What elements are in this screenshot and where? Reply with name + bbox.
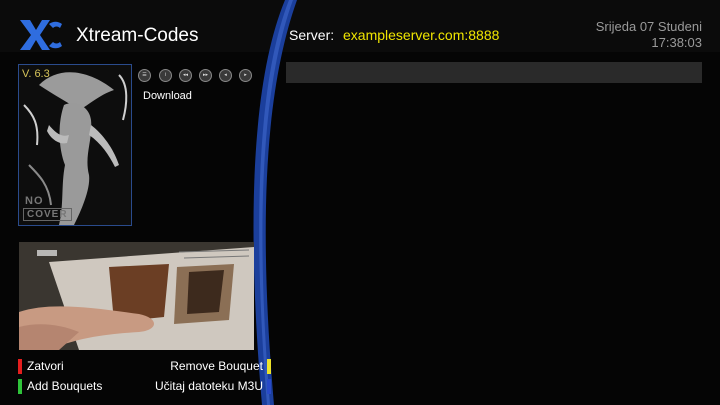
cover-text: COVER bbox=[23, 208, 72, 221]
app-title: Xtream-Codes bbox=[76, 25, 199, 46]
no-cover-text: NO bbox=[25, 195, 44, 207]
remove-bouquet-key-label[interactable]: Remove Bouquet bbox=[170, 359, 263, 373]
video-frame-image bbox=[19, 242, 254, 350]
server-address: exampleserver.com:8888 bbox=[343, 27, 500, 43]
load-m3u-key-label[interactable]: Učitaj datoteku M3U bbox=[155, 379, 263, 393]
clock-display: 17:38:03 bbox=[651, 35, 702, 50]
cover-poster: V. 6.3 NO COVER bbox=[18, 64, 132, 226]
info-icon[interactable]: i bbox=[159, 69, 172, 82]
xc-logo-icon bbox=[20, 20, 62, 50]
green-key-swatch bbox=[18, 379, 22, 394]
server-label: Server: bbox=[289, 27, 335, 43]
version-label: V. 6.3 bbox=[22, 68, 50, 80]
date-display: Srijeda 07 Studeni bbox=[595, 19, 702, 34]
video-preview bbox=[19, 242, 254, 350]
close-key-label[interactable]: Zatvori bbox=[27, 359, 64, 373]
rewind-icon[interactable]: ◂◂ bbox=[179, 69, 192, 82]
download-label[interactable]: Download bbox=[143, 90, 192, 102]
blue-key-swatch bbox=[267, 379, 271, 394]
red-key-swatch bbox=[18, 359, 22, 374]
fast-forward-icon[interactable]: ▸ bbox=[239, 69, 252, 82]
back-icon[interactable]: ◂ bbox=[219, 69, 232, 82]
next-icon[interactable]: ▸▸ bbox=[199, 69, 212, 82]
channel-list-selection-bar[interactable] bbox=[286, 62, 702, 83]
yellow-key-swatch bbox=[267, 359, 271, 374]
add-bouquets-key-label[interactable]: Add Bouquets bbox=[27, 379, 102, 393]
menu-icon[interactable]: ☰ bbox=[138, 69, 151, 82]
